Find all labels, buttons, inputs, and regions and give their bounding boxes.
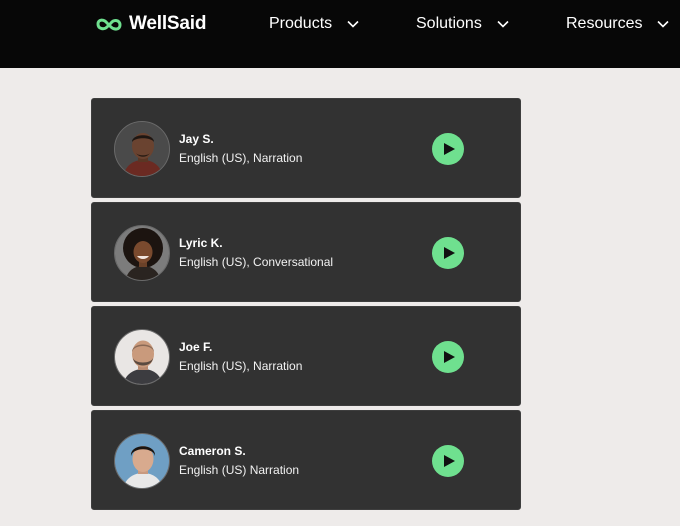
play-icon (444, 351, 455, 363)
avatar (114, 433, 170, 489)
voice-name: Jay S. (179, 132, 214, 146)
nav-products[interactable]: Products (269, 13, 360, 35)
voice-card-cameron: Cameron S. English (US) Narration (91, 410, 521, 510)
play-button[interactable] (432, 341, 464, 373)
nav-products-label: Products (269, 15, 333, 32)
nav-resources[interactable]: Resources (566, 13, 670, 35)
voice-card-jay: Jay S. English (US), Narration (91, 98, 521, 198)
voice-name: Lyric K. (179, 236, 223, 250)
voice-description: English (US) Narration (179, 463, 300, 477)
nav-resources-label: Resources (566, 15, 643, 32)
voice-description: English (US), Narration (179, 359, 303, 373)
voice-card-lyric: Lyric K. English (US), Conversational (91, 202, 521, 302)
chevron-down-icon (497, 20, 509, 28)
nav-solutions-label: Solutions (416, 15, 482, 32)
play-button[interactable] (432, 237, 464, 269)
play-icon (444, 143, 455, 155)
voice-description: English (US), Narration (179, 151, 303, 165)
brand-name: WellSaid (129, 13, 207, 34)
voice-name: Joe F. (179, 340, 213, 354)
top-navigation-bar: WellSaid Products Solutions Resources (0, 0, 680, 68)
chevron-down-icon (657, 20, 670, 28)
wellsaid-logo[interactable]: WellSaid (95, 12, 206, 36)
avatar (114, 225, 170, 281)
chevron-down-icon (347, 20, 359, 28)
voice-name: Cameron S. (179, 444, 246, 458)
voice-list: Jay S. English (US), Narration Lyric K. … (91, 98, 521, 514)
nav-solutions[interactable]: Solutions (416, 13, 510, 35)
play-button[interactable] (432, 445, 464, 477)
wellsaid-logo-icon (96, 18, 122, 31)
voice-card-joe: Joe F. English (US), Narration (91, 306, 521, 406)
avatar (114, 121, 170, 177)
voice-description: English (US), Conversational (179, 255, 334, 269)
play-button[interactable] (432, 133, 464, 165)
avatar (114, 329, 170, 385)
play-icon (444, 455, 455, 467)
play-icon (444, 247, 455, 259)
